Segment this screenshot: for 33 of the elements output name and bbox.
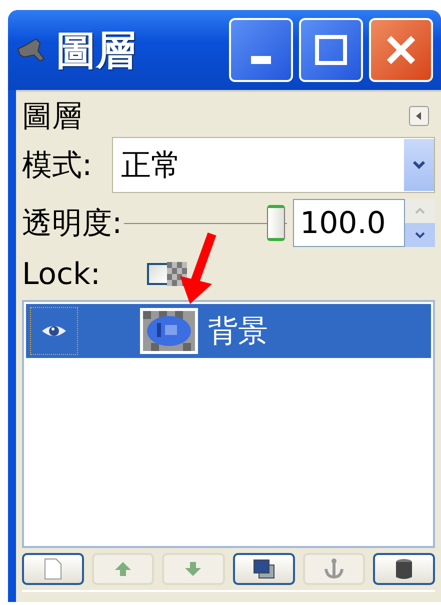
layer-row[interactable]: 背景 <box>26 304 431 358</box>
chevron-up-icon <box>414 207 426 215</box>
delete-layer-button[interactable] <box>372 553 436 585</box>
down-arrow-icon <box>184 561 202 577</box>
maximize-icon <box>315 35 347 65</box>
chevron-down-icon <box>414 231 426 239</box>
opacity-label: 透明度: <box>22 204 122 242</box>
left-triangle-icon <box>414 111 424 121</box>
mode-dropdown[interactable]: 正常 <box>112 137 435 193</box>
panel-menu-button[interactable] <box>409 106 429 126</box>
layer-name: 背景 <box>208 312 268 350</box>
chevron-down-icon <box>412 160 426 170</box>
lock-alpha-checkbox[interactable] <box>146 263 169 285</box>
anchor-icon <box>322 558 345 580</box>
up-arrow-icon <box>114 561 132 577</box>
mode-label: 模式: <box>22 146 92 184</box>
duplicate-icon <box>252 559 275 579</box>
layer-thumbnail <box>143 311 195 351</box>
trash-icon <box>394 558 413 580</box>
window-title: 圖層 <box>56 26 137 76</box>
lock-label: Lock: <box>22 256 101 292</box>
page-icon <box>44 558 62 580</box>
minimize-icon <box>251 56 271 64</box>
new-layer-button[interactable] <box>22 553 84 585</box>
minimize-button[interactable] <box>229 18 293 82</box>
panel-title: 圖層 <box>22 98 82 136</box>
duplicate-layer-button[interactable] <box>232 553 295 585</box>
close-button[interactable] <box>369 18 433 82</box>
opacity-slider[interactable] <box>124 203 287 243</box>
close-icon <box>385 34 417 66</box>
maximize-button[interactable] <box>299 18 363 82</box>
visibility-toggle[interactable] <box>30 307 78 355</box>
eye-icon <box>41 323 67 339</box>
